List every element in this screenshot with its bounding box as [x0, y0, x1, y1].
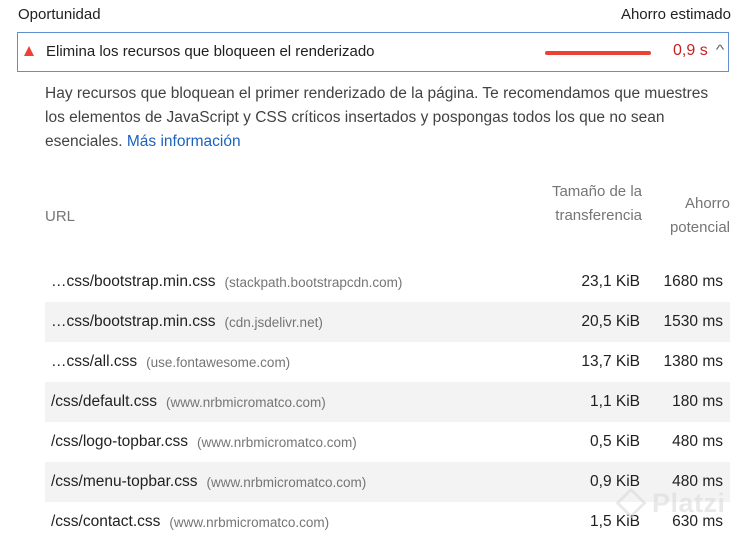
audit-description: Hay recursos que bloquean el primer rend…	[45, 82, 730, 154]
table-row: /css/default.css (www.nrbmicromatco.com)…	[45, 382, 730, 422]
warning-triangle-icon	[24, 46, 34, 56]
transfer-size: 23,1 KiB	[581, 273, 640, 290]
watermark-text: Platzi	[652, 488, 726, 518]
transfer-size: 0,5 KiB	[590, 433, 640, 450]
savings-value: 0,9 s	[673, 42, 708, 59]
resource-url[interactable]: /css/contact.css	[51, 513, 160, 531]
transfer-size: 1,1 KiB	[590, 393, 640, 410]
column-potential-savings: Ahorro potencial	[669, 195, 730, 236]
platzi-watermark: Platzi	[615, 487, 726, 519]
audit-summary-toggle[interactable]: Elimina los recursos que bloqueen el ren…	[17, 32, 729, 72]
resource-url[interactable]: /css/default.css	[51, 393, 157, 411]
resource-url[interactable]: …css/all.css	[51, 353, 137, 371]
resource-url[interactable]: …css/bootstrap.min.css	[51, 313, 216, 331]
potential-saving: 1380 ms	[663, 353, 723, 370]
table-row: /css/logo-topbar.css (www.nrbmicromatco.…	[45, 422, 730, 462]
resource-url[interactable]: /css/logo-topbar.css	[51, 433, 188, 451]
transfer-size: 13,7 KiB	[581, 353, 640, 370]
transfer-size: 20,5 KiB	[581, 313, 640, 330]
potential-saving: 180 ms	[672, 393, 723, 410]
resource-host: (use.fontawesome.com)	[146, 354, 291, 370]
potential-saving: 480 ms	[672, 433, 723, 450]
resource-host: (www.nrbmicromatco.com)	[196, 434, 357, 450]
estimated-savings-label: Ahorro estimado	[620, 5, 731, 23]
resource-url[interactable]: /css/menu-topbar.css	[51, 473, 197, 491]
resource-host: (www.nrbmicromatco.com)	[165, 394, 326, 410]
table-header: URL Tamaño de la transferencia Ahorro po…	[45, 178, 730, 258]
column-transfer-size: Tamaño de la transferencia	[551, 183, 642, 224]
potential-saving: 1530 ms	[663, 313, 723, 330]
resource-host: (www.nrbmicromatco.com)	[169, 514, 330, 530]
table-row: …css/bootstrap.min.css (cdn.jsdelivr.net…	[45, 302, 730, 342]
resource-host: (cdn.jsdelivr.net)	[224, 314, 323, 330]
savings-bar	[545, 51, 651, 55]
resource-url[interactable]: …css/bootstrap.min.css	[51, 273, 216, 291]
opportunity-header: Oportunidad Ahorro estimado	[18, 4, 731, 24]
learn-more-link[interactable]: Más información	[127, 133, 241, 150]
column-url: URL	[45, 208, 76, 225]
table-row: …css/bootstrap.min.css (stackpath.bootst…	[45, 262, 730, 302]
table-row: …css/all.css (use.fontawesome.com) 13,7 …	[45, 342, 730, 382]
platzi-logo-icon	[615, 487, 647, 519]
chevron-up-icon[interactable]: ^	[716, 42, 725, 57]
potential-saving: 1680 ms	[663, 273, 723, 290]
audit-title: Elimina los recursos que bloqueen el ren…	[46, 43, 375, 60]
resource-host: (stackpath.bootstrapcdn.com)	[224, 274, 403, 290]
opportunity-label: Oportunidad	[18, 5, 101, 23]
resource-host: (www.nrbmicromatco.com)	[206, 474, 367, 490]
